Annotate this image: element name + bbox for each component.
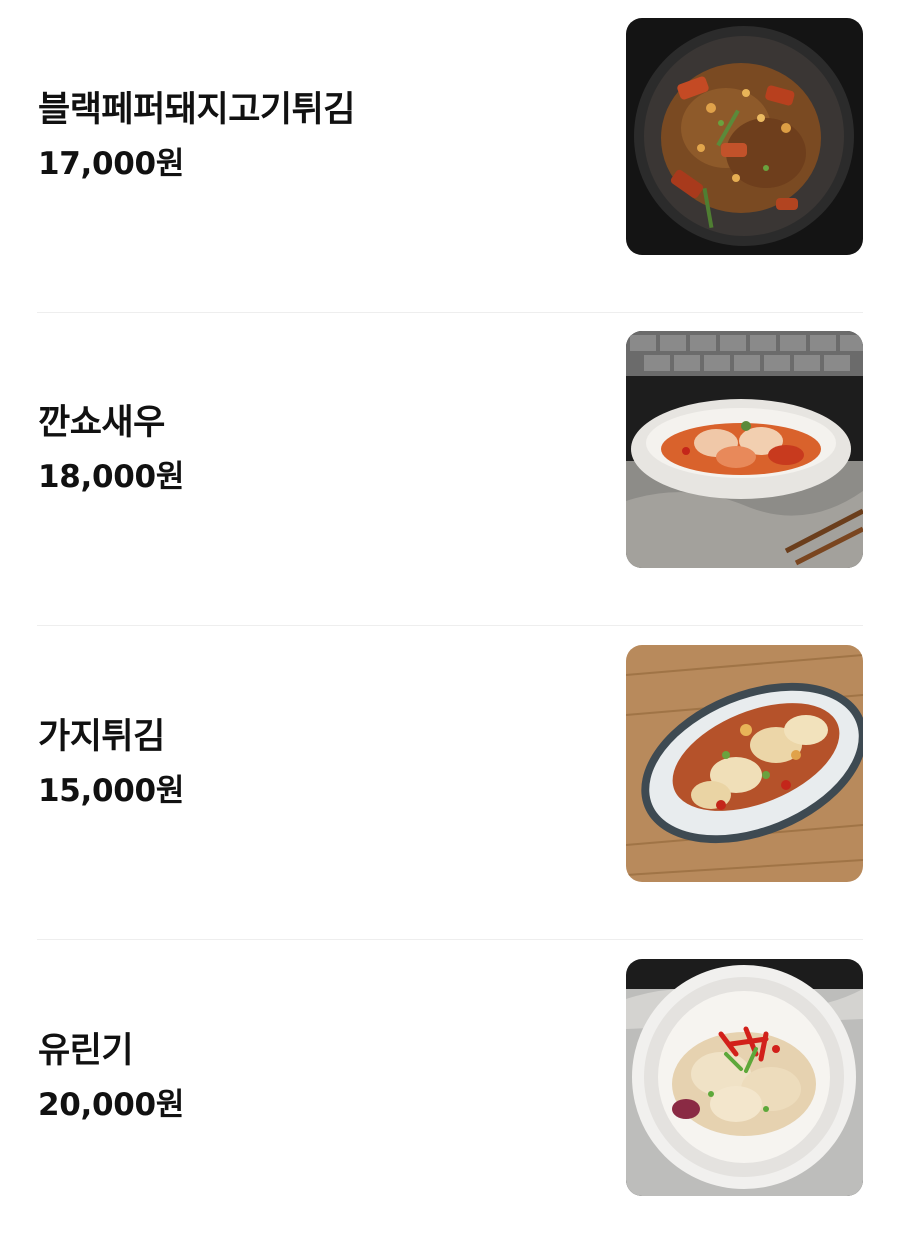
menu-item-name: 블랙페퍼돼지고기튀김	[38, 90, 356, 130]
menu-item-price: 18,000원	[38, 459, 185, 495]
menu-item[interactable]: 깐쇼새우 18,000원	[0, 313, 900, 626]
menu-item-price: 17,000원	[38, 146, 185, 182]
divider	[37, 939, 863, 940]
dish-photo-icon[interactable]	[626, 959, 863, 1196]
dish-photo-icon[interactable]	[626, 18, 863, 255]
divider	[37, 625, 863, 626]
dish-photo-icon[interactable]	[626, 645, 863, 882]
menu-list: 블랙페퍼돼지고기튀김 17,000원 깐쇼새우 18,000원 가지튀김 15,…	[0, 0, 900, 1228]
menu-item-name: 깐쇼새우	[38, 403, 165, 443]
menu-item-price: 20,000원	[38, 1087, 185, 1123]
menu-item[interactable]: 가지튀김 15,000원	[0, 627, 900, 940]
menu-item[interactable]: 블랙페퍼돼지고기튀김 17,000원	[0, 0, 900, 313]
dish-photo-icon[interactable]	[626, 331, 863, 568]
menu-item[interactable]: 유린기 20,000원	[0, 941, 900, 1254]
menu-item-name: 유린기	[38, 1031, 134, 1071]
menu-item-name: 가지튀김	[38, 717, 165, 757]
menu-item-price: 15,000원	[38, 773, 185, 809]
